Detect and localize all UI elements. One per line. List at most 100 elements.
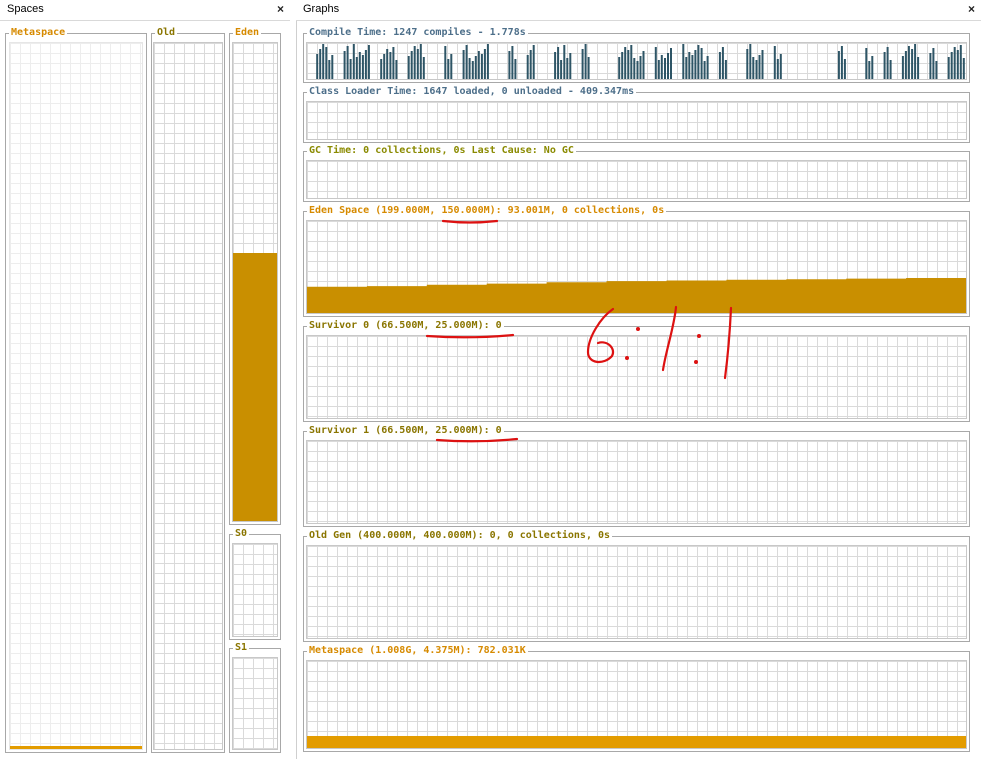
compile-activity-bar xyxy=(560,60,563,79)
old-space-label: Old xyxy=(155,26,178,40)
compile-activity-bar xyxy=(361,55,364,79)
compile-activity-bar xyxy=(773,46,776,79)
compile-activity-bar xyxy=(352,44,355,79)
metaspace-space-box: Metaspace xyxy=(5,26,147,753)
compile-activity-bar xyxy=(554,52,557,79)
compile-activity-bar xyxy=(755,60,758,79)
compile-activity-bar xyxy=(569,53,572,79)
compile-activity-bar xyxy=(837,51,840,79)
compile-activity-bar xyxy=(346,46,349,79)
compile-activity-bar xyxy=(886,47,889,79)
s0-space-label: S0 xyxy=(233,527,250,541)
compile-activity-bar xyxy=(325,47,328,79)
compile-activity-bar xyxy=(706,56,709,79)
compile-activity-bar xyxy=(322,44,325,79)
compile-activity-bar xyxy=(416,49,419,79)
compile-activity-bar xyxy=(654,47,657,79)
graphs-panel-header: Graphs × xyxy=(296,0,981,21)
compile-activity-bar xyxy=(959,45,962,79)
class-loader-label: Class Loader Time: 1647 loaded, 0 unload… xyxy=(307,85,637,99)
gc-time-graph: GC Time: 0 collections, 0s Last Cause: N… xyxy=(303,144,970,202)
compile-time-graph: Compile Time: 1247 compiles - 1.778s xyxy=(303,26,970,83)
compile-activity-bar xyxy=(468,58,471,79)
spaces-panel-title: Spaces xyxy=(7,3,44,15)
compile-activity-bar xyxy=(386,49,389,79)
compile-activity-bar xyxy=(688,52,691,79)
old-gen-graph: Old Gen (400.000M, 400.000M): 0, 0 colle… xyxy=(303,529,970,642)
compile-activity-bar xyxy=(627,50,630,79)
compile-activity-bar xyxy=(907,46,910,79)
old-space-box: Old xyxy=(151,26,225,753)
compile-activity-bar xyxy=(929,53,932,79)
compile-activity-bar xyxy=(843,59,846,79)
compile-activity-bar xyxy=(758,55,761,79)
compile-activity-bar xyxy=(682,44,685,79)
compile-activity-bar xyxy=(776,59,779,79)
gc-time-label: GC Time: 0 collections, 0s Last Cause: N… xyxy=(307,144,576,158)
compile-activity-bar xyxy=(621,52,624,79)
metaspace-graph-grid xyxy=(306,660,967,749)
survivor1-graph-grid xyxy=(306,440,967,524)
spaces-panel: Spaces × Metaspace Old Eden S0 S1 xyxy=(0,0,290,759)
compile-activity-bar xyxy=(917,57,920,79)
compile-activity-bar xyxy=(660,55,663,79)
eden-space-grid xyxy=(232,42,278,522)
compile-activity-bar xyxy=(694,50,697,79)
compile-activity-bar xyxy=(392,47,395,79)
metaspace-space-grid xyxy=(9,42,143,750)
compile-activity-bar xyxy=(630,45,633,79)
survivor1-graph-label: Survivor 1 (66.500M, 25.000M): 0 xyxy=(307,424,504,438)
eden-space-graph: Eden Space (199.000M, 150.000M): 93.001M… xyxy=(303,204,970,317)
compile-activity-bar xyxy=(486,44,489,79)
compile-activity-bar xyxy=(395,60,398,79)
survivor0-graph-grid xyxy=(306,335,967,419)
eden-usage-chart xyxy=(307,278,966,313)
compile-activity-bar xyxy=(618,57,621,79)
panel-divider[interactable] xyxy=(296,0,297,759)
survivor0-graph: Survivor 0 (66.500M, 25.000M): 0 xyxy=(303,319,970,422)
compile-activity-bar xyxy=(462,50,465,79)
eden-space-label: Eden xyxy=(233,26,262,40)
compile-activity-bar xyxy=(718,52,721,79)
close-icon[interactable]: × xyxy=(968,2,975,16)
close-icon[interactable]: × xyxy=(277,2,284,16)
eden-space-box: Eden xyxy=(229,26,281,525)
s1-space-box: S1 xyxy=(229,641,281,753)
compile-activity-bar xyxy=(450,54,453,79)
metaspace-graph-fill xyxy=(307,735,966,748)
compile-activity-bar xyxy=(358,52,361,79)
survivor1-graph: Survivor 1 (66.500M, 25.000M): 0 xyxy=(303,424,970,527)
compile-activity-bar xyxy=(624,47,627,79)
graphs-panel-title: Graphs xyxy=(303,3,340,15)
compile-activity-bar xyxy=(383,54,386,79)
compile-activity-bar xyxy=(724,60,727,79)
compile-activity-bar xyxy=(914,44,917,79)
eden-space-graph-label: Eden Space (199.000M, 150.000M): 93.001M… xyxy=(307,204,667,218)
eden-space-graph-grid xyxy=(306,220,967,314)
compile-activity-bar xyxy=(413,46,416,79)
compile-activity-bar xyxy=(953,47,956,79)
compile-activity-bar xyxy=(883,52,886,79)
compile-activity-bar xyxy=(328,60,331,79)
compile-activity-bar xyxy=(343,51,346,79)
metaspace-space-label: Metaspace xyxy=(9,26,68,40)
compile-activity-bar xyxy=(355,57,358,79)
compile-activity-bar xyxy=(364,50,367,79)
class-loader-graph: Class Loader Time: 1647 loaded, 0 unload… xyxy=(303,85,970,143)
compile-activity-bar xyxy=(584,44,587,79)
compile-activity-bar xyxy=(465,45,468,79)
class-loader-grid xyxy=(306,101,967,140)
compile-activity-bar xyxy=(633,58,636,79)
compile-activity-bar xyxy=(697,45,700,79)
compile-activity-bar xyxy=(935,61,938,79)
compile-activity-bar xyxy=(749,44,752,79)
compile-activity-bar xyxy=(508,51,511,79)
compile-activity-bar xyxy=(511,46,514,79)
compile-activity-bar xyxy=(563,45,566,79)
compile-activity-bar xyxy=(444,46,447,79)
s0-space-grid xyxy=(232,543,278,637)
compile-activity-bar xyxy=(871,56,874,79)
compile-activity-bar xyxy=(911,49,914,79)
compile-activity-bar xyxy=(865,48,868,79)
compile-activity-bar xyxy=(685,57,688,79)
